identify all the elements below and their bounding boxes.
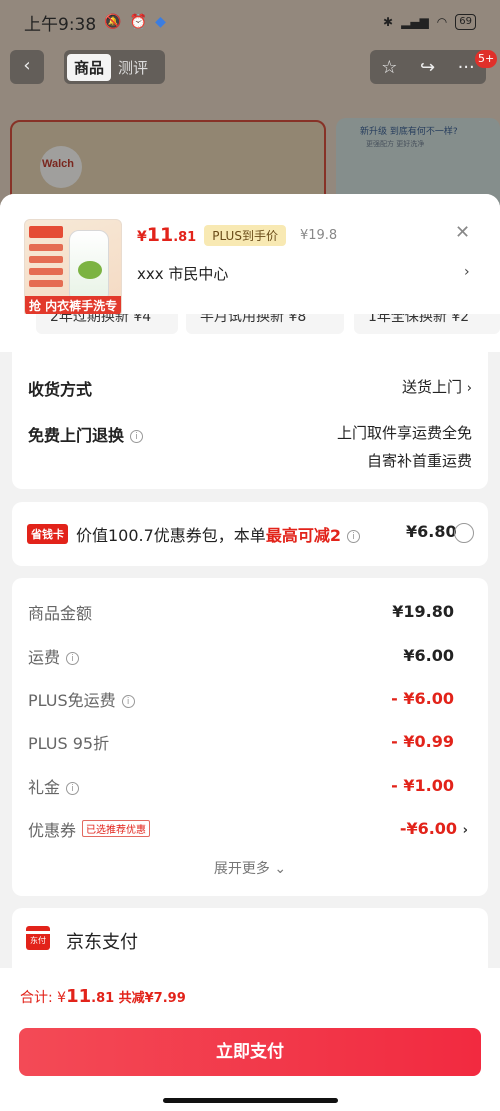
nav-actions: ☆ ↪ ··· <box>370 50 486 84</box>
pay-now-button[interactable]: 立即支付 <box>19 1028 481 1076</box>
app-notification-icon: ◆ <box>155 14 166 30</box>
original-price: ¥19.8 <box>299 227 338 243</box>
more-icon[interactable]: ··· <box>458 57 475 78</box>
service-chip[interactable]: 半月试用换新 ¥8 <box>186 314 344 334</box>
signal-icon: ▂▄▆ <box>401 15 429 29</box>
back-button[interactable]: ‹ <box>10 50 44 84</box>
breakdown-value: - ¥0.99 <box>391 732 454 751</box>
home-indicator[interactable] <box>163 1098 338 1103</box>
saver-tag: 省钱卡 <box>27 524 68 544</box>
tab-review[interactable]: 测评 <box>111 54 155 81</box>
sheet-header: 抢 内衣裤手洗专用 ¥11.81 PLUS到手价 ¥19.8 ✕ xxx 市民中… <box>0 194 500 334</box>
chevron-right-icon: › <box>462 823 468 838</box>
checkout-bar: 合计: ¥11.81 共减¥7.99 立即支付 <box>0 968 500 1111</box>
chevron-down-icon: ⌄ <box>274 861 287 877</box>
breakdown-value: - ¥1.00 <box>391 776 454 795</box>
delivery-address[interactable]: xxx 市民中心 <box>137 263 228 284</box>
plus-price-tag: PLUS到手价 <box>204 224 286 246</box>
saver-radio[interactable] <box>454 523 474 543</box>
share-icon[interactable]: ↪ <box>420 57 435 78</box>
info-icon[interactable]: i <box>346 530 360 543</box>
jd-pay-icon: 东付 <box>26 926 50 950</box>
info-icon[interactable]: i <box>130 430 144 443</box>
info-icon[interactable]: i <box>66 782 80 795</box>
service-chip[interactable]: 1年全保换新 ¥2 <box>354 314 500 334</box>
checkout-page: Walch 新升级 到底有何不一样? 更强配方 更好洗净 上午9:38 🔕 ⏰ … <box>0 0 500 1111</box>
breakdown-value: ¥19.80 <box>392 602 454 621</box>
thumbnail-banner: 抢 内衣裤手洗专用 <box>25 296 121 316</box>
saver-card[interactable]: 省钱卡 价值100.7优惠券包，本单最高可减2 i ¥6.80 <box>12 502 488 566</box>
breakdown-value: ¥6.00 <box>403 646 454 665</box>
bottle-image <box>69 230 109 300</box>
payment-method-label: 京东支付 <box>66 932 138 953</box>
breakdown-label: 运费 i <box>28 644 80 668</box>
thumbnail-tag <box>29 226 63 238</box>
free-return-line1: 上门取件享运费全免 <box>336 424 472 442</box>
alarm-icon: ⏰ <box>129 14 148 30</box>
product-thumbnail[interactable]: 抢 内衣裤手洗专用 <box>24 219 122 317</box>
bluetooth-icon: ✱ <box>383 15 394 29</box>
info-icon[interactable]: i <box>66 652 80 665</box>
final-price: ¥11.81 <box>137 224 197 246</box>
breakdown-label: PLUS 95折 <box>28 734 110 753</box>
delivery-method-label: 收货方式 <box>28 380 93 399</box>
chevron-right-icon: › <box>466 381 472 396</box>
thumbnail-feature-lines <box>29 244 63 292</box>
status-time: 上午9:38 <box>24 14 97 35</box>
breakdown-label: PLUS免运费 i <box>28 687 135 711</box>
product-tabs: 商品 测评 <box>64 50 165 84</box>
tab-product[interactable]: 商品 <box>67 53 112 81</box>
coupon-value[interactable]: -¥6.00 › <box>400 819 468 838</box>
price-breakdown-card: 商品金额 ¥19.80 运费 i ¥6.00 PLUS免运费 i - ¥6.00 P… <box>12 578 488 896</box>
top-nav: ‹ 商品 测评 ☆ ↪ ··· 5+ <box>0 50 500 84</box>
wifi-icon: ◠ <box>436 15 448 29</box>
price-row: ¥11.81 PLUS到手价 ¥19.8 <box>137 224 337 246</box>
delivery-method-value[interactable]: 送货上门 › <box>402 376 472 397</box>
free-return-label: 免费上门退换 i <box>28 422 144 446</box>
service-chip[interactable]: 2年过期换新 ¥4 <box>36 314 178 334</box>
saver-text: 价值100.7优惠券包，本单最高可减2 i <box>76 522 360 546</box>
breakdown-label: 商品金额 <box>28 604 93 623</box>
info-icon[interactable]: i <box>121 695 135 708</box>
breakdown-value: - ¥6.00 <box>391 689 454 708</box>
expand-more-button[interactable]: 展开更多 ⌄ <box>12 858 488 878</box>
saver-amount: ¥6.80 <box>406 522 457 541</box>
close-icon[interactable]: ✕ <box>455 222 470 243</box>
order-total: 合计: ¥11.81 共减¥7.99 <box>20 986 186 1007</box>
breakdown-label: 礼金 i <box>28 774 80 798</box>
delivery-card: 收货方式 送货上门 › 免费上门退换 i 上门取件享运费全免 自寄补首重运费 <box>12 334 488 489</box>
mute-icon: 🔕 <box>104 14 122 30</box>
favorite-star-icon[interactable]: ☆ <box>381 57 397 78</box>
coupon-tag: 已选推荐优惠 <box>82 820 151 837</box>
total-saved: 共减¥7.99 <box>118 991 186 1006</box>
coupon-row[interactable]: 优惠券 已选推荐优惠 <box>28 817 151 841</box>
status-bar: 上午9:38 🔕 ⏰ ◆ ✱ ▂▄▆ ◠ 69 <box>0 0 500 44</box>
message-badge: 5+ <box>475 50 498 68</box>
free-return-line2: 自寄补首重运费 <box>366 452 472 470</box>
battery-icon: 69 <box>455 14 476 30</box>
chevron-right-icon[interactable]: › <box>464 264 470 280</box>
